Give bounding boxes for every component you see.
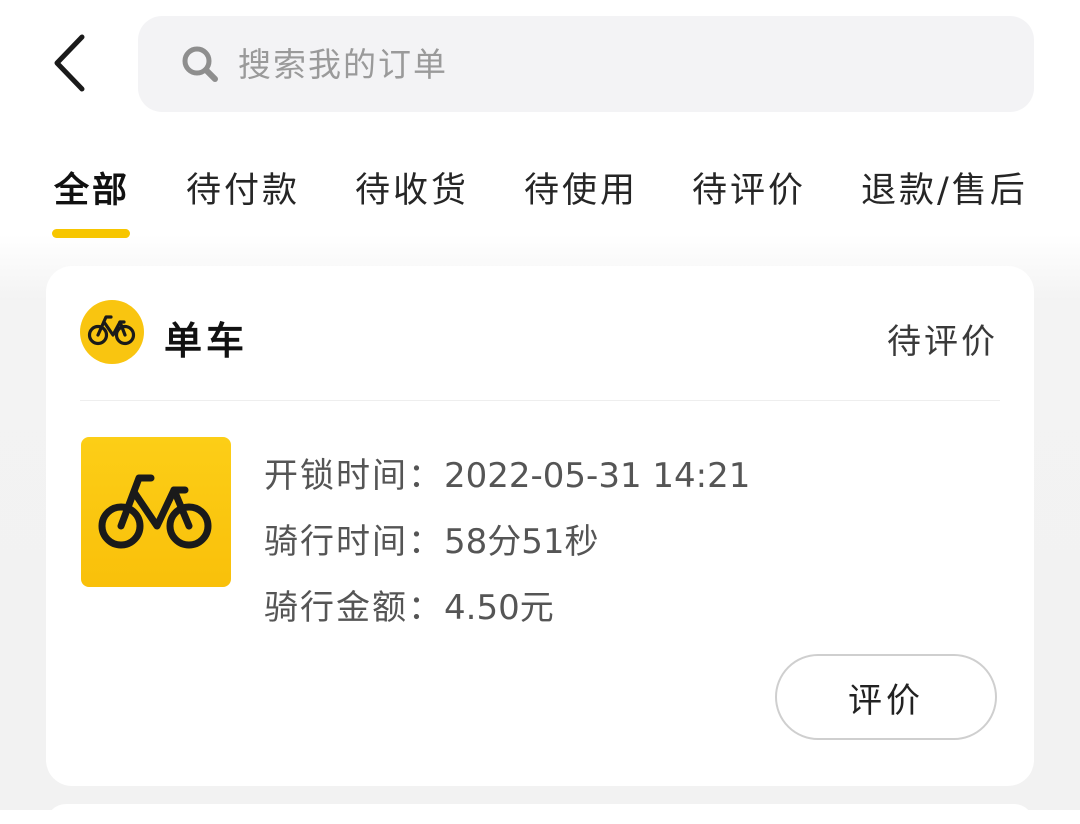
bicycle-icon (97, 470, 215, 554)
card-divider (80, 400, 1000, 401)
tab-all[interactable]: 全部 (54, 162, 130, 213)
order-thumbnail (81, 437, 231, 587)
order-tabs: 全部 待付款 待收货 待使用 待评价 退款/售后 (0, 150, 1080, 240)
tab-pending-use[interactable]: 待使用 (524, 162, 638, 213)
tab-refund-aftersales[interactable]: 退款/售后 (861, 162, 1028, 213)
ride-duration-row: 骑行时间：58分51秒 (264, 514, 599, 563)
order-card[interactable]: 单车 待评价 开锁时间：2022-05-31 14:21 骑行时间：58分51秒… (46, 266, 1034, 786)
tab-pending-review[interactable]: 待评价 (692, 162, 806, 213)
ride-amount-row: 骑行金额：4.50元 (264, 580, 554, 629)
ride-amount-label: 骑行金额： (264, 588, 444, 628)
chevron-left-icon (52, 33, 88, 97)
bicycle-icon (87, 313, 137, 351)
unlock-time-label: 开锁时间： (264, 456, 444, 496)
order-status: 待评价 (887, 322, 998, 362)
search-bar[interactable] (138, 16, 1034, 112)
back-button[interactable] (40, 30, 100, 100)
unlock-time-value: 2022-05-31 14:21 (444, 456, 751, 496)
service-name: 单车 (164, 319, 249, 363)
tab-pending-receipt[interactable]: 待收货 (355, 162, 469, 213)
ride-amount-value: 4.50元 (444, 588, 554, 628)
next-order-card[interactable] (46, 804, 1034, 824)
unlock-time-row: 开锁时间：2022-05-31 14:21 (264, 448, 750, 497)
order-card-header: 单车 待评价 (46, 266, 1034, 400)
review-button[interactable]: 评价 (775, 654, 997, 740)
ride-duration-value: 58分51秒 (444, 522, 599, 562)
active-tab-indicator (52, 229, 130, 238)
search-icon (180, 44, 220, 84)
ride-duration-label: 骑行时间： (264, 522, 444, 562)
search-input[interactable] (236, 43, 940, 85)
service-logo (80, 300, 144, 364)
tab-pending-payment[interactable]: 待付款 (186, 162, 300, 213)
